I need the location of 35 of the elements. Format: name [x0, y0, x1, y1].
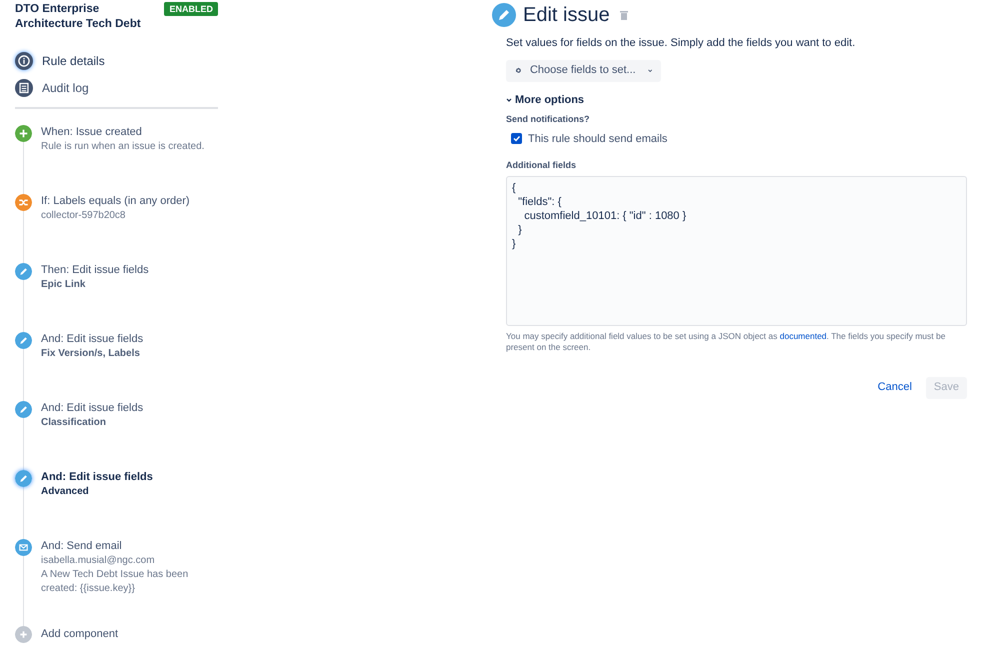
editor-description: Set values for fields on the issue. Simply add the fields you want to edit. [506, 36, 856, 51]
chevron-icon [506, 96, 512, 103]
step-title[interactable]: And: Edit issue fields [41, 470, 216, 485]
step-detail: Epic Link [41, 278, 86, 292]
add-component-link[interactable]: Add component [41, 627, 118, 642]
step-detail: Rule is run when an issue is created. [41, 140, 206, 154]
checkbox-label: This rule should send emails [528, 132, 668, 146]
step-detail: isabella.musial@ngc.com [41, 554, 156, 568]
chevron-down-icon [648, 68, 652, 74]
step-title[interactable]: And: Edit issue fields [41, 332, 216, 347]
step-title[interactable]: When: Issue created [41, 125, 216, 140]
json-field[interactable]: { "fields": { customfield_10101: { "id" : 1080 } } } [506, 176, 967, 326]
step-title[interactable]: And: Edit issue fields [41, 401, 216, 416]
step-title[interactable]: If: Labels equals (in any order) [41, 194, 216, 209]
documentation-link[interactable]: documented [780, 330, 827, 340]
choose-fields-button[interactable]: Choose fields to set... [506, 60, 661, 82]
rule-title: DTO Enterprise Architecture Tech Debt [15, 2, 142, 32]
step-detail: A New Tech Debt Issue has been created: {{issue.key}} [41, 568, 190, 596]
checkbox[interactable] [511, 133, 522, 144]
pencil-icon [492, 3, 516, 27]
step-title[interactable]: And: Send email [41, 539, 216, 554]
step-detail: Classification [41, 416, 108, 430]
step-title[interactable]: Then: Edit issue fields [41, 263, 216, 278]
more-options-toggle[interactable]: More options [506, 92, 584, 108]
step-detail: collector-597b20c8 [41, 209, 126, 223]
help-text: You may specify additional field values to be set using a JSON object as documented. The fields you specify must be present on the screen. [506, 330, 946, 352]
cancel-button[interactable]: Cancel [876, 376, 914, 398]
status-badge: ENABLED [164, 2, 218, 16]
step-detail: Fix Version/s, Labels [41, 347, 141, 361]
field-label: Send notifications? [506, 113, 591, 126]
editor-title: Edit issue [523, 3, 610, 27]
nav-link[interactable]: Audit log [42, 79, 89, 97]
field-label: Additional fields [506, 159, 578, 172]
step-detail: Advanced [41, 485, 90, 499]
nav-link[interactable]: Rule details [42, 52, 105, 70]
